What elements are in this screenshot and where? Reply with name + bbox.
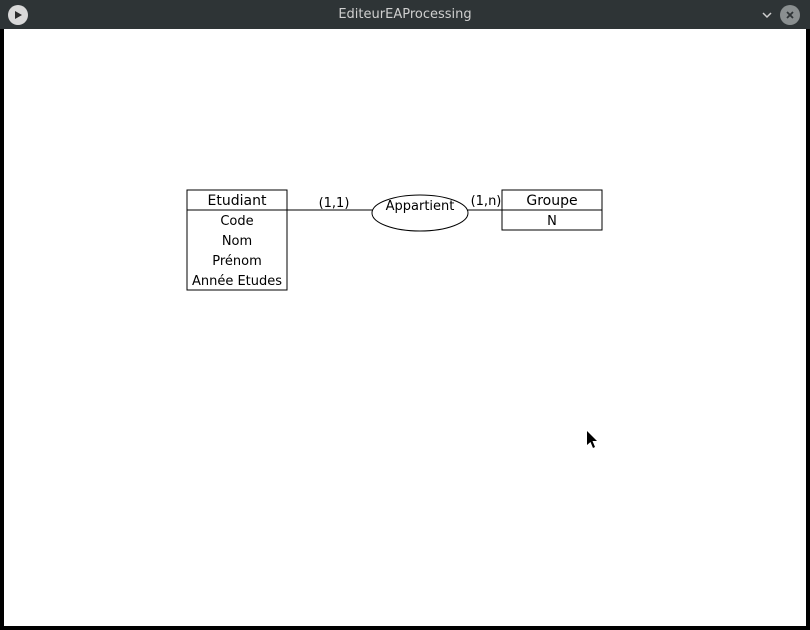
entity-etudiant-attr-3: Année Etudes <box>192 274 282 289</box>
entity-groupe-title: Groupe <box>526 193 577 209</box>
close-button[interactable] <box>780 5 800 25</box>
entity-etudiant-attr-0: Code <box>220 214 253 229</box>
diagram-canvas[interactable]: Etudiant Code Nom Prénom Année Etudes Ap… <box>4 29 806 626</box>
entity-groupe[interactable]: Groupe N <box>502 190 602 230</box>
entity-groupe-attr-0: N <box>547 214 557 229</box>
minimize-button[interactable] <box>758 6 776 24</box>
cardinality-left: (1,1) <box>319 196 350 211</box>
entity-etudiant-title: Etudiant <box>208 193 267 209</box>
relationship-label: Appartient <box>386 199 455 214</box>
cardinality-right: (1,n) <box>471 194 502 209</box>
window-title: EditeurEAProcessing <box>0 7 810 22</box>
relationship-appartient[interactable]: Appartient <box>372 195 468 231</box>
play-button[interactable] <box>8 5 28 25</box>
titlebar: EditeurEAProcessing <box>0 0 810 29</box>
entity-etudiant-attr-1: Nom <box>222 234 252 249</box>
entity-etudiant[interactable]: Etudiant Code Nom Prénom Année Etudes <box>187 190 287 290</box>
entity-etudiant-attr-2: Prénom <box>212 254 262 269</box>
